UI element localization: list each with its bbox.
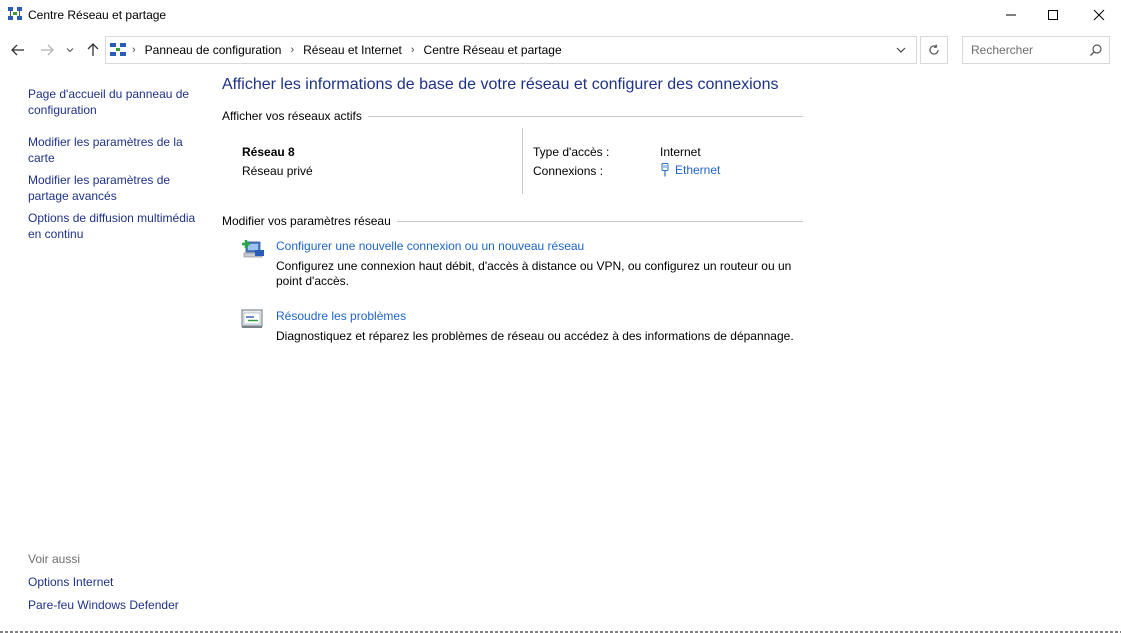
up-button[interactable] [83,40,103,60]
troubleshoot-problems-description: Diagnostiquez et réparez les problèmes d… [276,329,794,343]
search-input[interactable] [963,37,1083,63]
close-icon [1093,9,1105,21]
main-pane: Afficher les informations de base de vot… [222,66,812,566]
breadcrumb-separator[interactable]: › [290,44,294,56]
page-title: Afficher les informations de base de vot… [222,76,779,93]
advanced-sharing-settings-link[interactable]: Modifier les paramètres de partage avanc… [28,172,200,204]
breadcrumb-item-network-internet[interactable]: Réseau et Internet [303,43,402,57]
section-divider [396,220,803,222]
chevron-down-icon [896,47,906,53]
ethernet-connection-link[interactable]: Ethernet [660,163,720,177]
refresh-button[interactable] [920,36,948,64]
change-settings-heading: Modifier vos paramètres réseau [222,213,803,229]
internet-options-link[interactable]: Options Internet [28,574,200,590]
minimize-button[interactable] [988,0,1034,30]
breadcrumb-separator[interactable]: › [132,44,136,56]
address-history-button[interactable] [887,37,915,63]
minimize-icon [1006,14,1016,16]
forward-button[interactable] [37,40,57,60]
change-settings-heading-text: Modifier vos paramètres réseau [222,214,391,228]
arrow-up-icon [87,43,99,56]
search-icon[interactable] [1089,43,1103,57]
change-adapter-settings-link[interactable]: Modifier les paramètres de la carte [28,134,200,166]
new-connection-icon[interactable] [240,236,266,262]
arrow-left-icon [11,44,24,56]
maximize-button[interactable] [1030,0,1076,30]
recent-locations-button[interactable] [63,40,77,60]
network-center-icon [8,7,22,20]
back-button[interactable] [8,40,28,60]
maximize-icon [1048,10,1058,20]
ethernet-icon [661,163,669,177]
window-title: Centre Réseau et partage [28,8,167,22]
breadcrumb: › Panneau de configuration › Réseau et I… [130,37,562,63]
section-divider [367,115,803,117]
title-bar: Centre Réseau et partage [0,0,1121,30]
ethernet-connection-label: Ethernet [675,163,721,177]
breadcrumb-separator[interactable]: › [411,44,415,56]
troubleshoot-icon[interactable] [240,306,266,332]
breadcrumb-item-control-panel[interactable]: Panneau de configuration [145,43,282,57]
address-bar[interactable]: › Panneau de configuration › Réseau et I… [105,36,917,64]
navigation-bar: › Panneau de configuration › Réseau et I… [0,34,1121,66]
chevron-down-icon [66,48,74,53]
setup-new-connection-description: Configurez une connexion haut débit, d'a… [276,259,792,288]
access-type-label: Type d'accès : [533,145,610,159]
active-networks-heading: Afficher vos réseaux actifs [222,108,803,124]
connections-label: Connexions : [533,164,604,178]
access-type-value: Internet [660,145,701,159]
vertical-divider [522,128,523,194]
control-panel-home-link[interactable]: Page d'accueil du panneau de configurati… [28,86,200,118]
active-networks-heading-text: Afficher vos réseaux actifs [222,109,362,123]
network-category: Réseau privé [242,164,313,178]
network-name: Réseau 8 [242,145,295,159]
setup-new-connection-link[interactable]: Configurer une nouvelle connexion ou un … [276,239,584,253]
search-box [962,36,1110,64]
close-button[interactable] [1076,0,1121,30]
refresh-icon [929,44,939,55]
see-also-label: Voir aussi [28,552,81,566]
network-center-icon [110,43,126,56]
troubleshoot-problems-link[interactable]: Résoudre les problèmes [276,309,406,323]
breadcrumb-item-network-sharing-center[interactable]: Centre Réseau et partage [424,43,562,57]
arrow-right-icon [41,44,54,56]
media-streaming-options-link[interactable]: Options de diffusion multimédia en conti… [28,210,200,242]
left-pane: Page d'accueil du panneau de configurati… [0,66,210,633]
windows-defender-firewall-link[interactable]: Pare-feu Windows Defender [28,597,200,613]
